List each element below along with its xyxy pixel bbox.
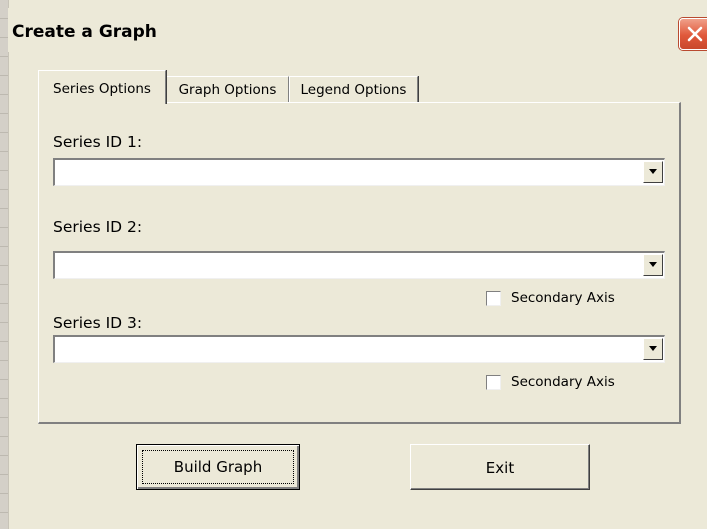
- series-1-label: Series ID 1:: [53, 133, 143, 151]
- chevron-down-icon: [649, 346, 657, 351]
- series-3-secondary-axis-label: Secondary Axis: [511, 374, 615, 390]
- tab-series-options[interactable]: Series Options: [38, 70, 166, 104]
- close-button[interactable]: [679, 18, 707, 50]
- window-title: Create a Graph: [12, 22, 157, 42]
- series-2-label: Series ID 2:: [53, 218, 143, 236]
- series-1-dropdown[interactable]: [53, 158, 665, 186]
- series-2-dropdown[interactable]: [53, 251, 665, 279]
- tab-series-options-label: Series Options: [53, 81, 151, 97]
- series-3-label: Series ID 3:: [53, 314, 143, 332]
- title-bar[interactable]: Create a Graph: [8, 8, 707, 52]
- tab-graph-options[interactable]: Graph Options: [166, 76, 289, 103]
- focus-rectangle: [142, 450, 294, 484]
- tab-graph-options-label: Graph Options: [178, 82, 277, 98]
- series-3-dropdown-button[interactable]: [643, 338, 663, 360]
- chevron-down-icon: [649, 169, 657, 174]
- series-2-secondary-axis-label: Secondary Axis: [511, 290, 615, 306]
- tab-legend-options-label: Legend Options: [300, 82, 407, 98]
- tab-legend-options[interactable]: Legend Options: [289, 76, 418, 103]
- series-2-secondary-axis-checkbox[interactable]: [486, 291, 501, 306]
- exit-button[interactable]: Exit: [410, 444, 590, 490]
- series-2-dropdown-button[interactable]: [643, 254, 663, 276]
- chevron-down-icon: [649, 262, 657, 267]
- series-1-dropdown-button[interactable]: [643, 161, 663, 183]
- create-graph-dialog: Create a Graph Series Options Graph Opti…: [0, 0, 707, 529]
- exit-label: Exit: [485, 459, 515, 477]
- series-3-secondary-axis-checkbox[interactable]: [486, 375, 501, 390]
- series-3-dropdown[interactable]: [53, 335, 665, 363]
- background-window-edge: [0, 0, 9, 529]
- close-icon: [687, 26, 703, 42]
- build-graph-button[interactable]: Build Graph: [136, 444, 300, 490]
